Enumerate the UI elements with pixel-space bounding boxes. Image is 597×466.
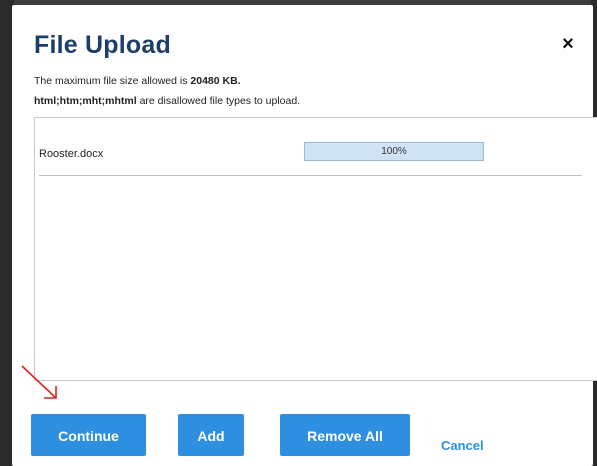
continue-button[interactable]: Continue <box>31 414 146 456</box>
file-name: Rooster.docx <box>39 148 104 160</box>
add-button[interactable]: Add <box>178 414 244 456</box>
max-size-info: The maximum file size allowed is 20480 K… <box>34 75 241 87</box>
annotation-arrow-icon <box>21 365 57 399</box>
file-upload-dialog: File Upload × The maximum file size allo… <box>12 5 597 466</box>
progress-text: 100% <box>381 146 407 157</box>
cancel-link[interactable]: Cancel <box>441 438 484 453</box>
max-size-prefix: The maximum file size allowed is <box>34 75 191 87</box>
row-divider <box>39 175 582 176</box>
close-icon[interactable]: × <box>557 33 579 55</box>
upload-progress-bar: 100% <box>304 142 484 161</box>
disallowed-types-info: html;htm;mht;mhtml are disallowed file t… <box>34 95 300 107</box>
disallowed-suffix: are disallowed file types to upload. <box>136 95 301 107</box>
file-list: Rooster.docx 100% <box>34 117 597 381</box>
dialog-title: File Upload <box>34 31 171 59</box>
max-size-value: 20480 KB. <box>190 75 241 87</box>
remove-all-button[interactable]: Remove All <box>280 414 410 456</box>
disallowed-types: html;htm;mht;mhtml <box>34 95 137 107</box>
file-row: Rooster.docx 100% <box>35 118 597 176</box>
